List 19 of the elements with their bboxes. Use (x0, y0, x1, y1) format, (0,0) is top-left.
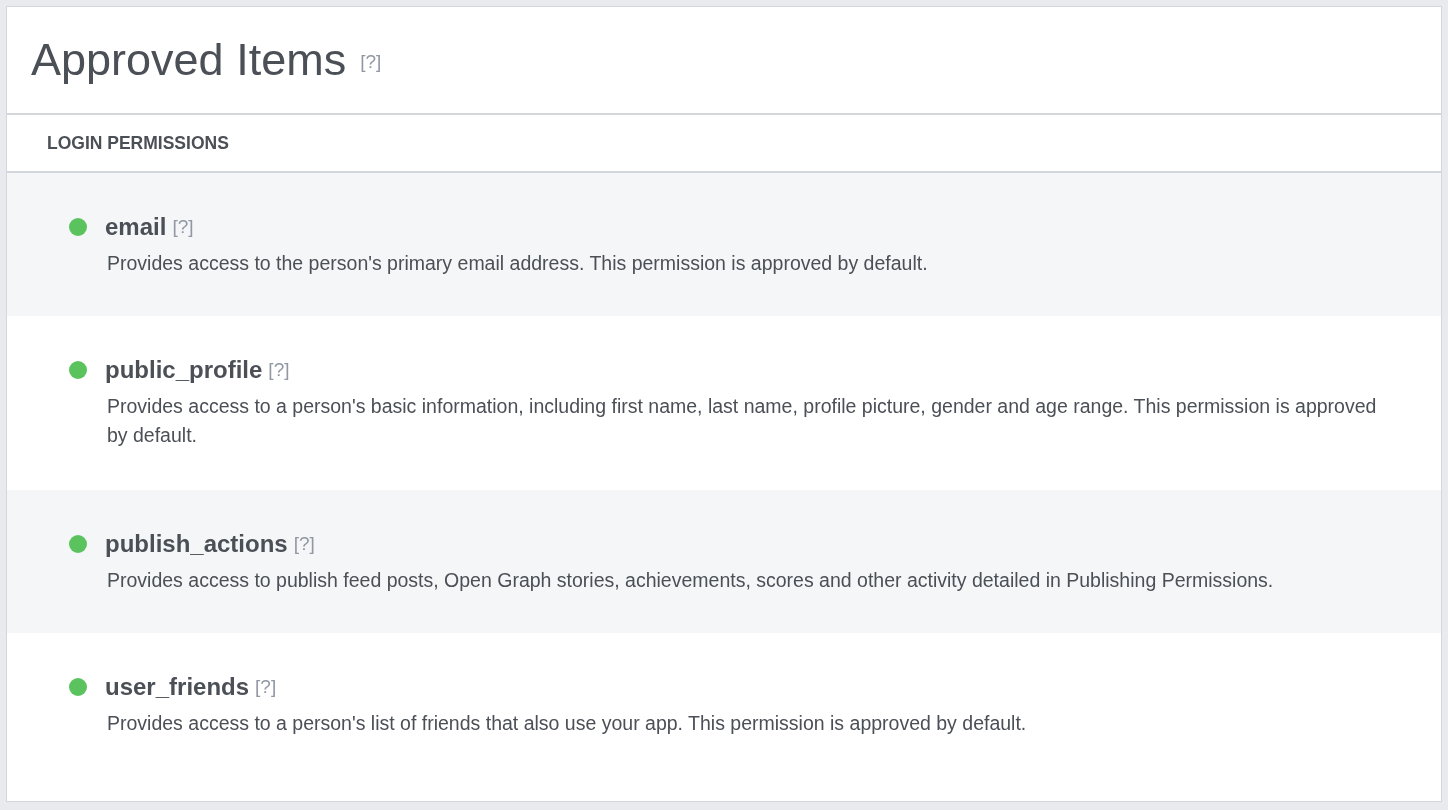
permission-name: public_profile (105, 356, 263, 384)
help-link[interactable]: [?] (293, 533, 315, 555)
permission-name: user_friends (105, 673, 250, 701)
permission-description: Provides access to publish feed posts, Open Graph stories, achievements, scores and other activity detailed in Publishing Permissions. (107, 568, 1275, 593)
help-link[interactable]: [?] (360, 51, 382, 73)
status-dot-icon (69, 535, 87, 553)
help-link[interactable]: [?] (255, 676, 277, 698)
help-link[interactable]: [?] (268, 359, 290, 381)
permission-description: Provides access to the person's primary email address. This permission is approved by default. (107, 251, 929, 276)
permission-description: Provides access to a person's basic information, including first name, last name, profile picture, gender and age range. This permission is approved by default. (107, 394, 1378, 448)
help-link[interactable]: [?] (172, 216, 194, 238)
permission-name: publish_actions (105, 530, 288, 558)
permission-name: email (105, 213, 167, 241)
status-dot-icon (69, 361, 87, 379)
status-dot-icon (69, 678, 87, 696)
permission-description: Provides access to a person's list of friends that also use your app. This permission is approved by default. (107, 711, 1028, 736)
panel-title: Approved Items (31, 34, 347, 86)
status-dot-icon (69, 218, 87, 236)
section-heading: LOGIN PERMISSIONS (47, 132, 229, 154)
